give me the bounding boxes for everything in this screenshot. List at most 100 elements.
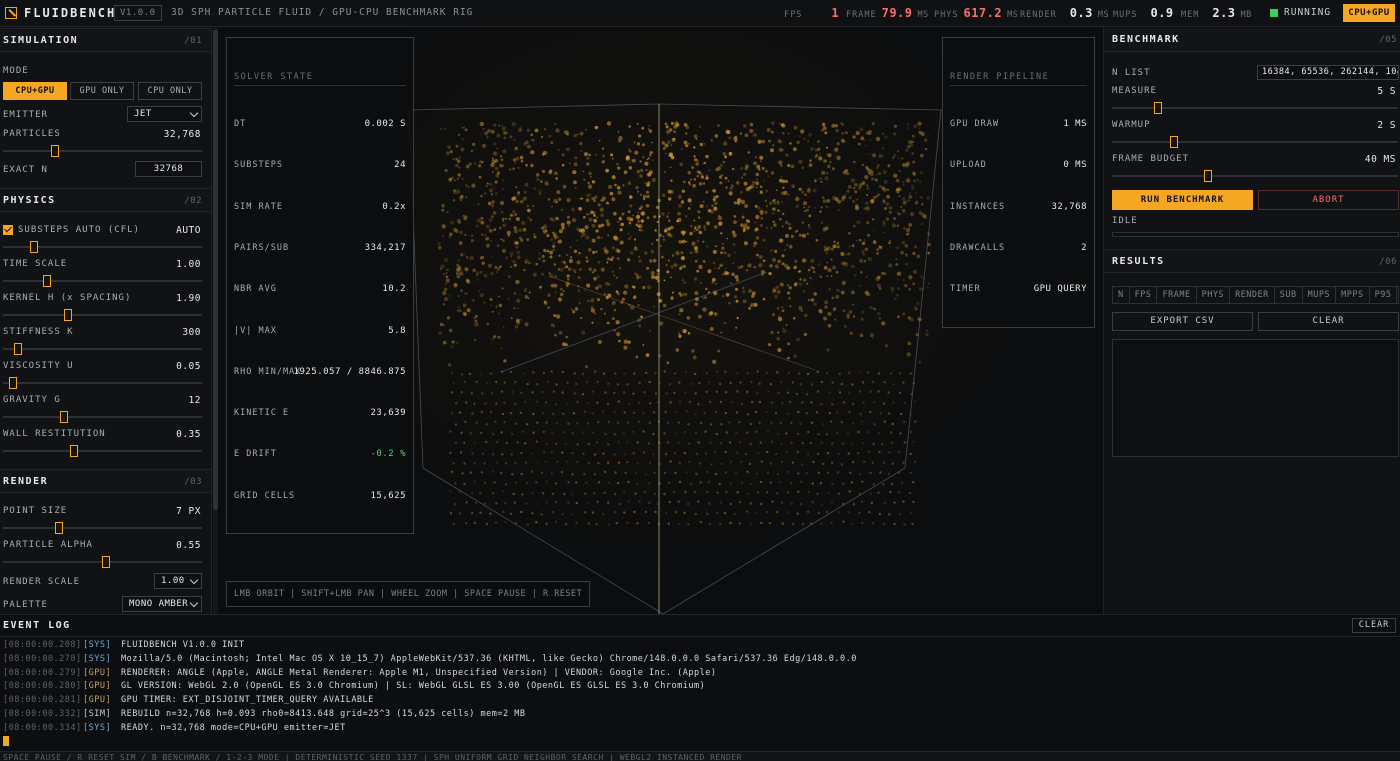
gravity-slider-thumb[interactable]: [60, 411, 68, 423]
mode-gpu-only-button[interactable]: GPU ONLY: [70, 82, 134, 100]
benchmark-header[interactable]: BENCHMARK /05: [1104, 28, 1400, 52]
kernel-slider[interactable]: [3, 309, 202, 321]
simulation-header[interactable]: SIMULATION /01: [0, 28, 211, 52]
results-column-header[interactable]: FRAME: [1157, 287, 1197, 303]
warmup-value: 2 S: [1377, 120, 1396, 131]
export-csv-button[interactable]: EXPORT CSV: [1112, 312, 1253, 331]
render-scale-select[interactable]: 1.00: [154, 573, 202, 589]
left-panel-scrollbar-thumb[interactable]: [213, 30, 218, 510]
solver-row-value: -0.2 %: [370, 449, 406, 460]
mem-label: MEM: [1181, 10, 1200, 20]
physics-header[interactable]: PHYSICS /02: [0, 188, 211, 212]
log-line: [08:00:00.280] [GPU] GL VERSION: WebGL 2.0…: [3, 680, 705, 693]
results-column-header[interactable]: FPS: [1130, 287, 1158, 303]
substeps-slider-thumb[interactable]: [30, 241, 38, 253]
particle-alpha-slider[interactable]: [3, 556, 202, 568]
mode-cpu-gpu-button[interactable]: CPU+GPU: [3, 82, 67, 100]
log-tag: [SYS]: [83, 640, 112, 650]
time-scale-slider-thumb[interactable]: [43, 275, 51, 287]
results-column-header[interactable]: MPPS: [1336, 287, 1370, 303]
results-column-header[interactable]: PHYS: [1197, 287, 1231, 303]
benchmark-status: IDLE: [1112, 216, 1138, 226]
run-benchmark-button[interactable]: RUN BENCHMARK: [1112, 190, 1253, 210]
pipeline-row-label: TIMER: [950, 284, 981, 295]
mem-stat: MEM 2.3 MB: [1181, 6, 1252, 20]
particles-slider-thumb[interactable]: [51, 145, 59, 157]
time-scale-slider[interactable]: [3, 275, 202, 287]
point-size-slider[interactable]: [3, 522, 202, 534]
wall-restitution-label: WALL RESTITUTION: [3, 429, 106, 439]
log-timestamp: [08:00:00.278]: [3, 653, 82, 664]
particle-cloud: [437, 121, 931, 526]
mode-label: MODE: [3, 66, 29, 76]
viscosity-slider-thumb[interactable]: [9, 377, 17, 389]
palette-select[interactable]: MONO AMBER: [122, 596, 202, 612]
n-list-input[interactable]: 16384, 65536, 262144, 104: [1257, 65, 1399, 80]
measure-value: 5 S: [1377, 86, 1396, 97]
kernel-label: KERNEL H (x SPACING): [3, 293, 132, 303]
point-size-slider-thumb[interactable]: [55, 522, 63, 534]
pipeline-row-label: UPLOAD: [950, 160, 987, 171]
results-column-header[interactable]: MUPS: [1303, 287, 1337, 303]
emitter-select[interactable]: JET: [127, 106, 202, 122]
warmup-slider[interactable]: [1112, 136, 1398, 148]
substeps-slider[interactable]: [3, 241, 202, 253]
frame-budget-slider[interactable]: [1112, 170, 1398, 182]
log-timestamp: [08:00:00.334]: [3, 722, 82, 733]
measure-slider[interactable]: [1112, 102, 1398, 114]
render-label: RENDER: [1020, 10, 1057, 20]
solver-row-value: 1925.057 / 8846.875: [293, 366, 406, 377]
clear-log-button[interactable]: CLEAR: [1352, 618, 1396, 633]
results-column-header[interactable]: S: [1397, 287, 1398, 303]
warmup-slider-thumb[interactable]: [1170, 136, 1178, 148]
abort-button[interactable]: ABORT: [1258, 190, 1399, 210]
frame-budget-value: 40 MS: [1364, 154, 1396, 165]
render-unit: MS: [1097, 10, 1110, 20]
log-timestamp: [08:00:00.280]: [3, 681, 82, 692]
mode-cpu-only-button[interactable]: CPU ONLY: [138, 82, 202, 100]
exact-n-input[interactable]: 32768: [135, 161, 202, 177]
log-tag: [SYS]: [83, 653, 112, 664]
frame-stat: FRAME 79.9 MS: [846, 6, 929, 20]
results-header[interactable]: RESULTS /06: [1104, 249, 1400, 273]
fps-label: FPS: [784, 10, 803, 20]
fps-value: 1: [831, 6, 840, 20]
simulation-viewport[interactable]: SOLVER STATE DT 0.002 S SUBSTEPS 24 SIM RATE…: [219, 28, 1102, 614]
log-cursor: [3, 736, 9, 746]
time-scale-label: TIME SCALE: [3, 259, 68, 269]
measure-slider-thumb[interactable]: [1154, 102, 1162, 114]
wall-restitution-slider-thumb[interactable]: [70, 445, 78, 457]
solver-row-label: NBR AVG: [234, 284, 277, 295]
stiffness-slider[interactable]: [3, 343, 202, 355]
particles-slider[interactable]: [3, 145, 202, 157]
stiffness-slider-thumb[interactable]: [14, 343, 22, 355]
render-scale-label: RENDER SCALE: [3, 577, 81, 587]
render-title: RENDER: [3, 476, 49, 487]
gravity-slider[interactable]: [3, 411, 202, 423]
wall-restitution-slider[interactable]: [3, 445, 202, 457]
mem-unit: MB: [1240, 10, 1252, 20]
left-panel-scrollbar[interactable]: [213, 28, 218, 614]
results-column-header[interactable]: P95: [1370, 287, 1398, 303]
substeps-auto-checkbox[interactable]: [3, 225, 13, 235]
kernel-slider-thumb[interactable]: [64, 309, 72, 321]
particle-alpha-slider-thumb[interactable]: [102, 556, 110, 568]
pipeline-row-label: INSTANCES: [950, 201, 1006, 212]
top-bar: FLUIDBENCH V1.0.0 3D SPH PARTICLE FLUID …: [0, 0, 1400, 27]
results-column-header[interactable]: N: [1113, 287, 1130, 303]
solver-row-value: 0.002 S: [364, 119, 406, 129]
running-label: RUNNING: [1284, 7, 1332, 18]
pipeline-row-value: 1 MS: [1063, 119, 1087, 129]
log-line: [08:00:00.208] [SYS] FLUIDBENCH V1.0.0 INI…: [3, 639, 245, 652]
frame-budget-slider-thumb[interactable]: [1204, 170, 1212, 182]
frame-unit: MS: [917, 10, 929, 20]
mem-value: 2.3: [1212, 6, 1236, 20]
clear-results-button[interactable]: CLEAR: [1258, 312, 1399, 331]
controls-hint: LMB ORBIT | SHIFT+LMB PAN | WHEEL ZOOM |…: [226, 581, 591, 607]
render-header[interactable]: RENDER /03: [0, 469, 211, 493]
results-column-header[interactable]: SUB: [1275, 287, 1303, 303]
fps-stat: FPS 1: [784, 6, 839, 20]
solver-row-value: 10.2: [382, 284, 406, 295]
results-column-header[interactable]: RENDER: [1230, 287, 1275, 303]
viscosity-slider[interactable]: [3, 377, 202, 389]
